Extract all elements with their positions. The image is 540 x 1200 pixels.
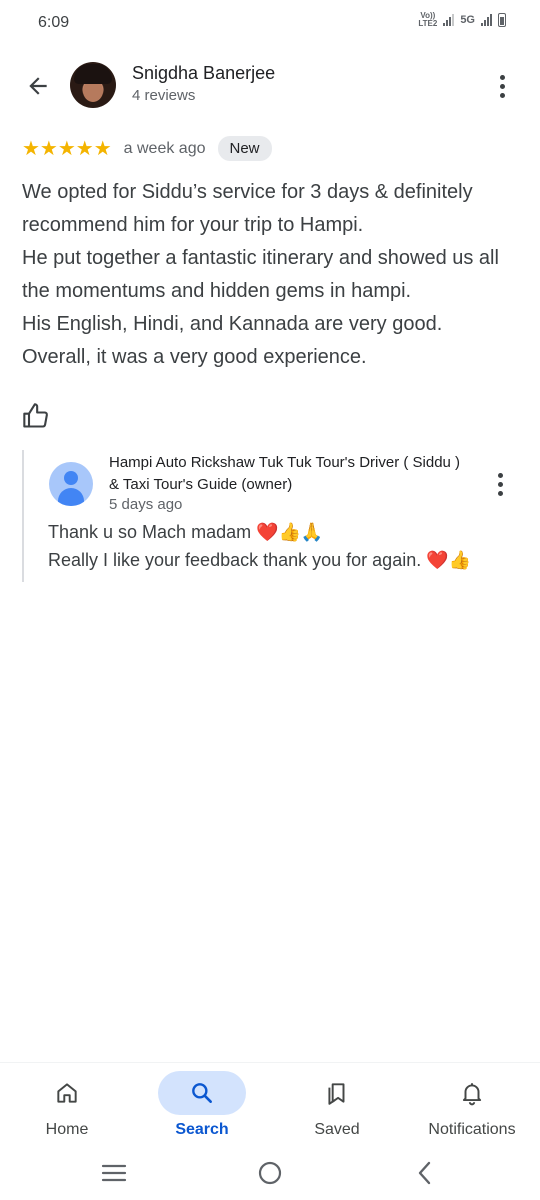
more-vert-icon bbox=[497, 472, 503, 478]
rating-row: ★★★★★ a week ago New bbox=[22, 136, 272, 161]
owner-reply-date: 5 days ago bbox=[109, 496, 183, 513]
thumb-up-icon bbox=[23, 403, 48, 428]
like-button[interactable] bbox=[22, 402, 50, 430]
user-name[interactable]: Snigdha Banerjee bbox=[132, 63, 275, 84]
battery-icon bbox=[498, 13, 506, 27]
nav-search[interactable]: Search bbox=[158, 1063, 246, 1149]
nav-home-label: Home bbox=[45, 1121, 89, 1138]
owner-avatar bbox=[49, 462, 93, 506]
system-navigation-bar bbox=[0, 1148, 540, 1200]
owner-reply-more-button[interactable] bbox=[488, 470, 512, 498]
nav-saved[interactable]: Saved bbox=[293, 1063, 381, 1149]
bell-icon bbox=[462, 1083, 482, 1106]
arrow-back-icon bbox=[29, 77, 47, 95]
nav-home[interactable]: Home bbox=[23, 1063, 111, 1149]
bottom-navigation: Home Search Saved Notifications bbox=[0, 1062, 540, 1148]
nav-notifications[interactable]: Notifications bbox=[418, 1063, 526, 1149]
more-options-button[interactable] bbox=[488, 72, 516, 100]
circle-icon bbox=[258, 1161, 282, 1185]
review-date: a week ago bbox=[123, 139, 206, 157]
status-time: 6:09 bbox=[38, 14, 70, 31]
home-icon bbox=[57, 1083, 77, 1103]
status-bar: 6:09 Vo)) LTE2 5G bbox=[0, 0, 540, 48]
back-button[interactable] bbox=[20, 68, 56, 104]
owner-reply-text: Thank u so Mach madam ❤️👍🙏 Really I like… bbox=[48, 522, 472, 570]
review-header: Snigdha Banerjee 4 reviews bbox=[0, 54, 540, 118]
menu-lines-icon bbox=[101, 1164, 127, 1182]
search-icon bbox=[192, 1083, 212, 1103]
status-icons: Vo)) LTE2 5G bbox=[418, 12, 506, 28]
nav-saved-label: Saved bbox=[314, 1121, 360, 1138]
volte-icon: Vo)) LTE2 bbox=[418, 12, 437, 28]
signal-icon bbox=[443, 14, 455, 26]
review-text: We opted for Siddu’s service for 3 days … bbox=[22, 181, 499, 368]
user-review-count: 4 reviews bbox=[132, 87, 196, 104]
volte-label-bottom: LTE2 bbox=[418, 19, 438, 28]
nav-search-label: Search bbox=[175, 1121, 229, 1138]
nav-notifications-label: Notifications bbox=[428, 1121, 516, 1138]
signal-icon-2 bbox=[481, 14, 492, 26]
owner-name: Hampi Auto Rickshaw Tuk Tuk Tour's Drive… bbox=[109, 454, 461, 493]
star-rating: ★★★★★ bbox=[22, 138, 112, 160]
chevron-left-icon bbox=[418, 1161, 431, 1185]
back-system-button[interactable] bbox=[408, 1158, 442, 1188]
saved-icon bbox=[328, 1083, 345, 1105]
user-avatar[interactable] bbox=[70, 62, 116, 108]
network-type-label: 5G bbox=[460, 14, 475, 26]
owner-reply: Hampi Auto Rickshaw Tuk Tuk Tour's Drive… bbox=[22, 450, 518, 582]
recent-apps-button[interactable] bbox=[97, 1158, 131, 1188]
home-system-button[interactable] bbox=[253, 1158, 287, 1188]
new-badge: New bbox=[217, 136, 272, 161]
more-vert-icon bbox=[499, 74, 505, 80]
